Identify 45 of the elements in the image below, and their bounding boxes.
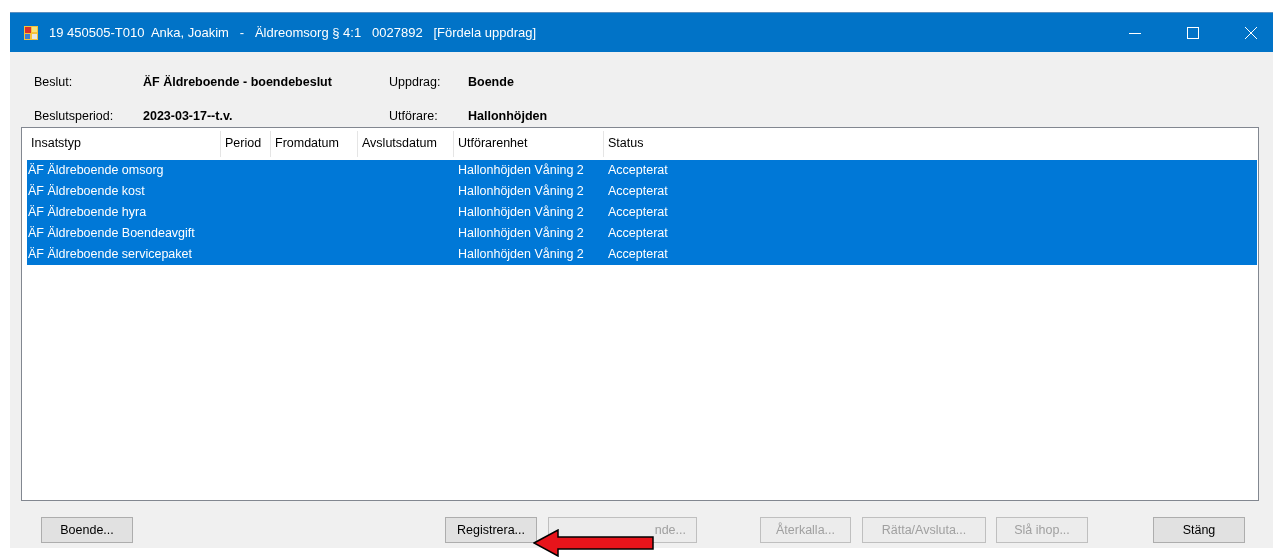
field-value: Hallonhöjden (468, 108, 549, 123)
table-cell-text: Accepterat (607, 183, 669, 200)
field-value: Boende (468, 75, 515, 90)
column-header[interactable]: Period (221, 131, 271, 157)
column-header[interactable]: Fromdatum (271, 131, 358, 157)
table-cell-text: Accepterat (607, 162, 669, 179)
window-title: 19 450505-T010 Anka, Joakim - Äldreomsorg § 4:1 0027892 [Fördela uppdrag] (49, 25, 537, 40)
button: Rätta/Avsluta... (862, 517, 986, 543)
table-cell-text: Hallonhöjden Våning 2 (457, 183, 585, 200)
field-label: Utförare: (389, 108, 439, 123)
table-row[interactable]: ÄF Äldreboende omsorg Hallonhöjden Våning 2 Accepterat (27, 160, 1257, 181)
button[interactable]: Boende... (41, 517, 133, 543)
column-header[interactable]: Avslutsdatum (358, 131, 454, 157)
table-cell-text: ÄF Äldreboende omsorg (27, 162, 165, 179)
close-icon[interactable] (1245, 26, 1257, 39)
table-cell-text: ÄF Äldreboende servicepaket (27, 246, 193, 263)
table-cell-text: Hallonhöjden Våning 2 (457, 204, 585, 221)
column-header[interactable]: Status (604, 131, 1255, 157)
button[interactable]: Registrera... (445, 517, 537, 543)
table-cell-text: ÄF Äldreboende kost (27, 183, 146, 200)
button[interactable]: Stäng (1153, 517, 1245, 543)
button: Slå ihop... (996, 517, 1088, 543)
field-value: 2023-03-17--t.v. (143, 108, 234, 123)
column-header[interactable]: Insatstyp (27, 131, 221, 157)
column-header[interactable]: Utförarenhet (454, 131, 604, 157)
app-icon (23, 24, 39, 41)
table-cell-text: Hallonhöjden Våning 2 (457, 162, 585, 179)
table-cell-text: Accepterat (607, 225, 669, 242)
table-cell-text: Hallonhöjden Våning 2 (457, 225, 585, 242)
field-label: Beslutsperiod: (34, 108, 115, 123)
table-cell-text: ÄF Äldreboende Boendeavgift (27, 225, 196, 242)
field-value: ÄF Äldreboende - boendebeslut (143, 75, 333, 90)
table-cell-text: ÄF Äldreboende hyra (27, 204, 148, 221)
table-cell-text: Hallonhöjden Våning 2 (457, 246, 585, 263)
arrow-icon (533, 529, 655, 557)
field-label: Beslut: (34, 75, 74, 90)
table-cell-text: Accepterat (607, 246, 669, 263)
table-cell-text: Accepterat (607, 204, 669, 221)
table-row[interactable]: ÄF Äldreboende kost Hallonhöjden Våning 2 Accepterat (27, 181, 1257, 202)
table-row[interactable]: ÄF Äldreboende Boendeavgift Hallonhöjden Våning 2 Accepterat (27, 223, 1257, 244)
table-row[interactable]: ÄF Äldreboende servicepaket Hallonhöjden Våning 2 Accepterat (27, 244, 1257, 265)
field-label: Uppdrag: (389, 75, 442, 90)
button: Återkalla... (760, 517, 851, 543)
maximize-icon[interactable] (1187, 26, 1199, 39)
table-row[interactable]: ÄF Äldreboende hyra Hallonhöjden Våning 2 Accepterat (27, 202, 1257, 223)
